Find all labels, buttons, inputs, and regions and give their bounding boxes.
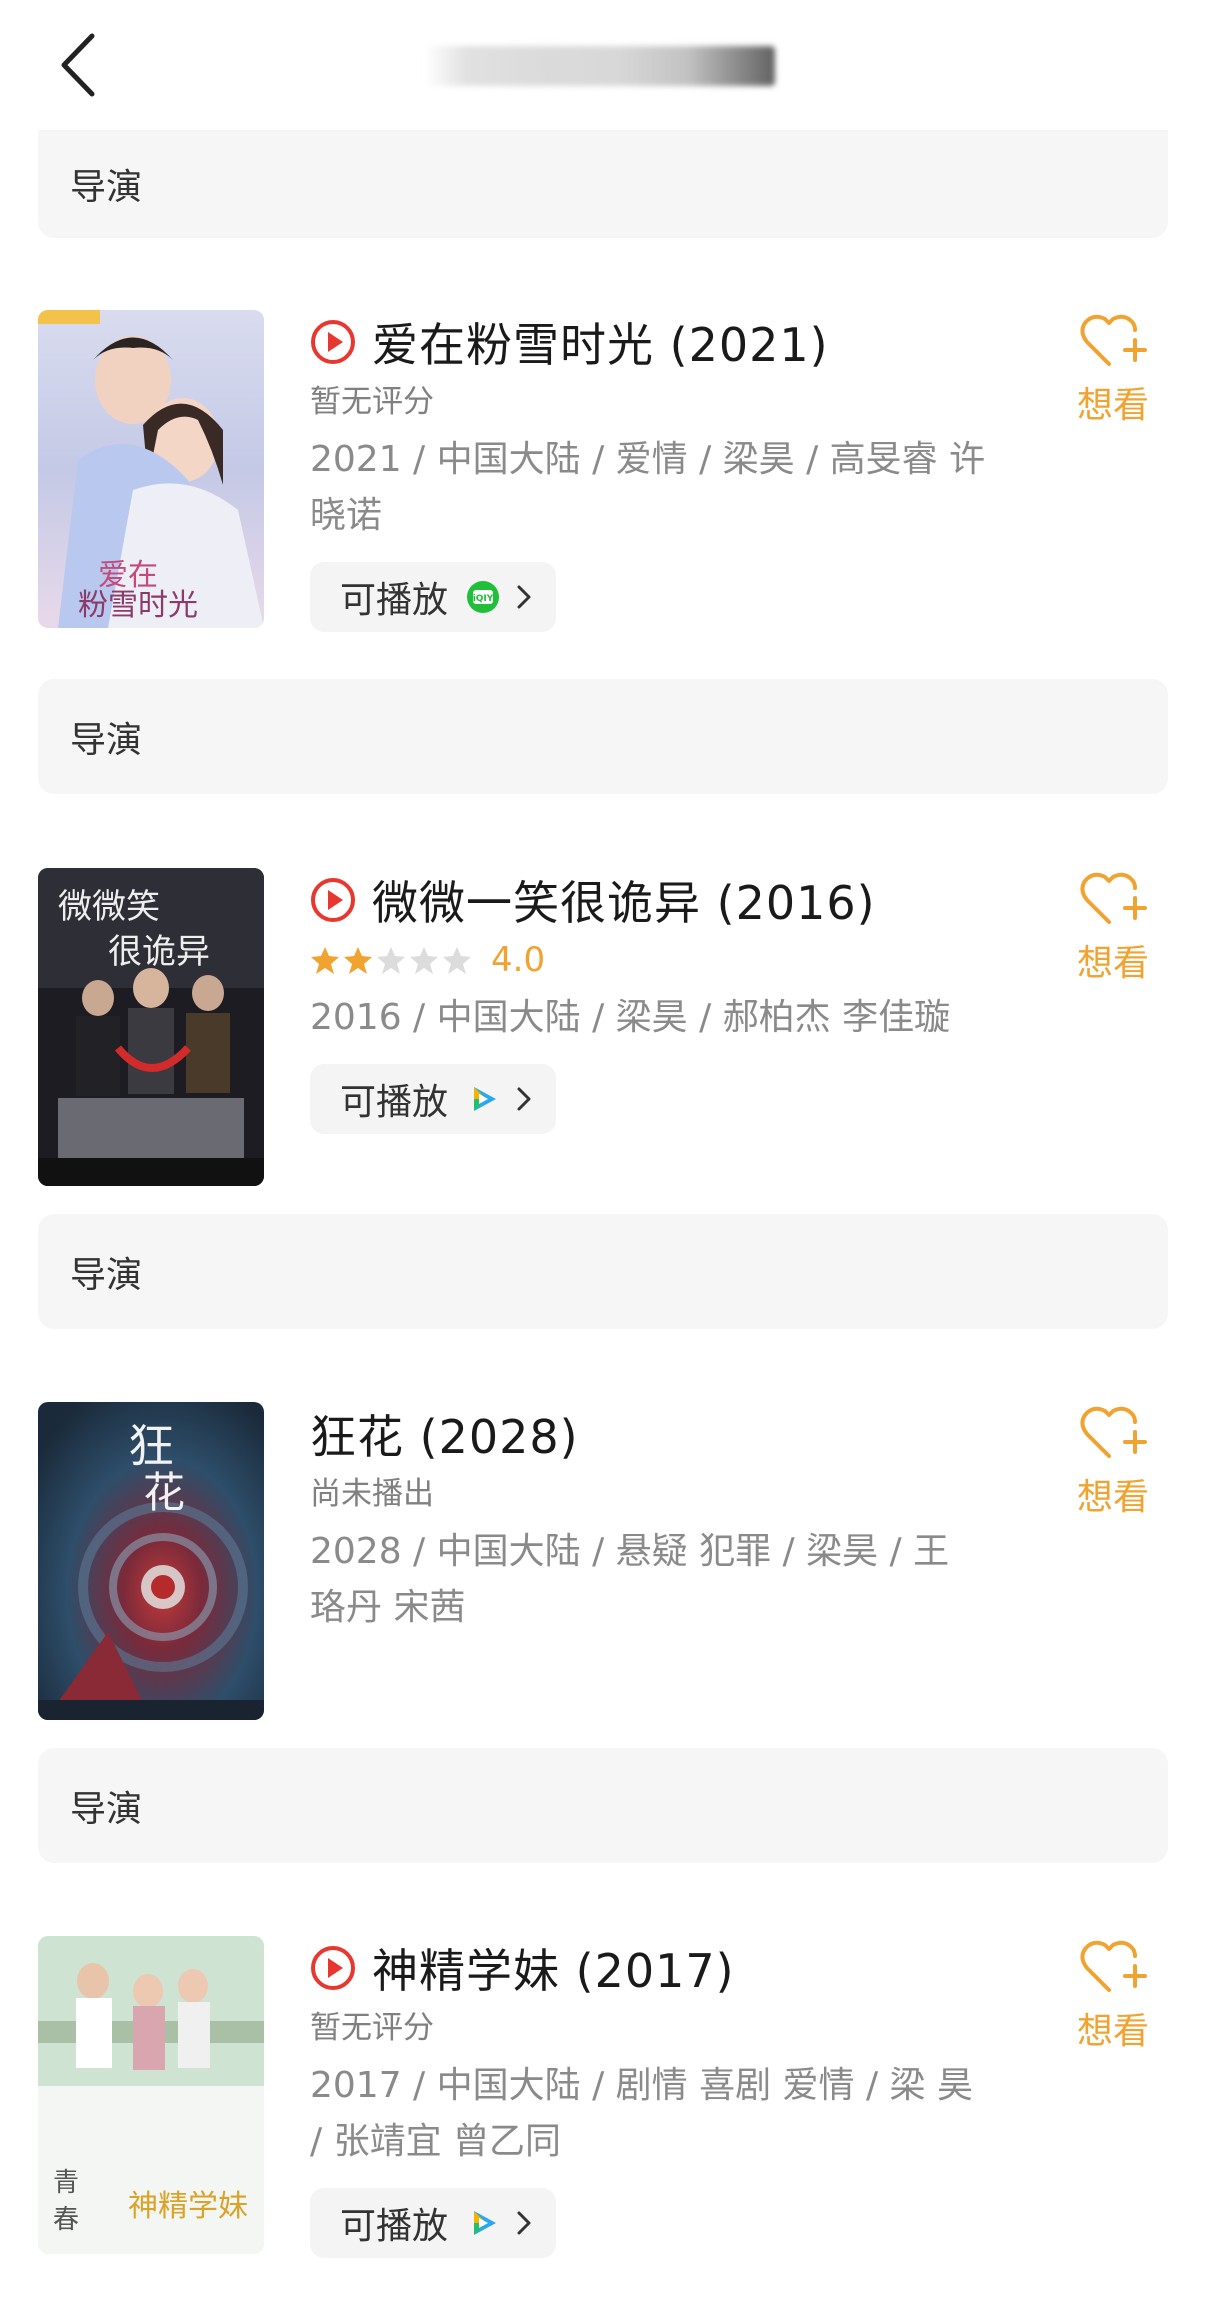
director-label: 导演 [70, 719, 143, 761]
svg-text:花: 花 [143, 1468, 185, 1517]
play-circle-icon [311, 1946, 355, 1990]
director-row[interactable]: 导演 [38, 1748, 1168, 1863]
movie-info: 狂花 (2028) 尚未播出 2028 / 中国大陆 / 悬疑 犯罪 / 梁昊 … [310, 1402, 1030, 1636]
movie-title[interactable]: 神精学妹 (2017) [372, 1935, 735, 2001]
movie-item[interactable]: 青 春 神精学妹 神精学妹 (2017) 暂无评分 2017 / 中国大陆 / … [38, 1936, 1168, 2258]
svg-text:粉雪时光: 粉雪时光 [78, 588, 198, 623]
want-to-watch-button[interactable]: 想看 [1058, 1402, 1168, 1520]
star-filled-icon [344, 947, 372, 974]
playable-button[interactable]: 可播放 [310, 2188, 557, 2258]
want-label: 想看 [1076, 385, 1149, 426]
tencent-video-icon [474, 2211, 497, 2235]
chevron-left-icon [61, 33, 95, 97]
want-label: 想看 [1076, 2011, 1149, 2052]
heart-plus-icon [1080, 1940, 1147, 1992]
chevron-right-icon [517, 2211, 531, 2235]
svg-text:神精学妹: 神精学妹 [128, 2189, 248, 2224]
star-empty-icon [410, 947, 438, 974]
movie-meta: 2028 / 中国大陆 / 悬疑 犯罪 / 梁昊 / 王 珞丹 宋茜 [310, 1531, 950, 1628]
want-to-watch-button[interactable]: 想看 [1058, 310, 1168, 428]
movie-title[interactable]: 微微一笑很诡异 (2016) [372, 867, 876, 933]
svg-text:很诡异: 很诡异 [108, 932, 210, 972]
movie-poster[interactable]: 狂 花 [38, 1402, 264, 1720]
svg-text:iQIY: iQIY [473, 594, 494, 604]
movie-title[interactable]: 狂花 (2028) [310, 1401, 579, 1467]
iqiyi-icon: iQIY [467, 581, 500, 613]
movie-title[interactable]: 爱在粉雪时光 (2021) [372, 309, 829, 375]
movie-meta: 2016 / 中国大陆 / 梁昊 / 郝柏杰 李佳璇 [310, 997, 951, 1038]
playable-button[interactable]: 可播放 [310, 1064, 557, 1134]
movie-poster[interactable]: 青 春 神精学妹 [38, 1936, 264, 2254]
rating-status: 尚未播出 [310, 1476, 434, 1512]
svg-text:青: 青 [53, 2168, 79, 2198]
want-to-watch-button[interactable]: 想看 [1058, 1936, 1168, 2054]
want-label: 想看 [1076, 1477, 1149, 1518]
movie-item[interactable]: 狂 花 狂花 (2028) 尚未播出 2028 / 中国大陆 / 悬疑 犯罪 /… [38, 1402, 1168, 1720]
movie-info: 神精学妹 (2017) 暂无评分 2017 / 中国大陆 / 剧情 喜剧 爱情 … [310, 1936, 1030, 2258]
star-empty-icon [443, 947, 471, 974]
rating-score: 4.0 [491, 940, 546, 980]
playable-label: 可播放 [340, 1082, 449, 1123]
blurred-page-title [425, 46, 775, 86]
playable-label: 可播放 [340, 2206, 449, 2247]
want-label: 想看 [1076, 943, 1149, 984]
movie-info: 爱在粉雪时光 (2021) 暂无评分 2021 / 中国大陆 / 爱情 / 梁昊… [310, 310, 1030, 632]
movie-poster[interactable]: 微微笑 很诡异 [38, 868, 264, 1186]
play-circle-icon [311, 878, 355, 922]
svg-text:微微笑: 微微笑 [58, 887, 160, 927]
director-row[interactable]: 导演 [38, 130, 1168, 238]
svg-text:狂: 狂 [128, 1419, 174, 1473]
top-nav-bar [0, 0, 1206, 130]
director-row[interactable]: 导演 [38, 679, 1168, 794]
tencent-video-icon [474, 1087, 497, 1111]
movie-item[interactable]: 爱在 粉雪时光 爱在粉雪时光 (2021) 暂无评分 2021 / 中国大陆 /… [38, 310, 1168, 632]
rating-row: 4.0 [310, 938, 1030, 982]
star-empty-icon [377, 947, 405, 974]
chevron-right-icon [517, 1087, 531, 1111]
rating-status: 暂无评分 [310, 384, 434, 420]
playable-label: 可播放 [340, 580, 449, 621]
play-circle-icon [311, 320, 355, 364]
chevron-right-icon [517, 585, 531, 609]
heart-plus-icon [1080, 872, 1147, 924]
playable-button[interactable]: 可播放 iQIY [310, 562, 557, 632]
heart-plus-icon [1080, 314, 1147, 366]
back-button[interactable] [50, 30, 110, 100]
want-to-watch-button[interactable]: 想看 [1058, 868, 1168, 986]
star-filled-icon [311, 947, 339, 974]
svg-text:春: 春 [53, 2205, 79, 2235]
heart-plus-icon [1080, 1406, 1147, 1458]
rating-status: 暂无评分 [310, 2010, 434, 2046]
director-label: 导演 [70, 1788, 143, 1830]
director-label: 导演 [70, 167, 143, 208]
movie-poster[interactable]: 爱在 粉雪时光 [38, 310, 264, 628]
movie-item[interactable]: 微微笑 很诡异 微微一笑很诡异 (2016) 4.0 2016 / 中国大陆 /… [38, 868, 1168, 1186]
movie-info: 微微一笑很诡异 (2016) 4.0 2016 / 中国大陆 / 梁昊 / 郝柏… [310, 868, 1030, 1134]
director-row[interactable]: 导演 [38, 1214, 1168, 1329]
director-label: 导演 [70, 1254, 143, 1296]
star-rating [310, 945, 475, 975]
movie-meta: 2021 / 中国大陆 / 爱情 / 梁昊 / 高旻睿 许晓诺 [310, 439, 986, 536]
movie-meta: 2017 / 中国大陆 / 剧情 喜剧 爱情 / 梁 昊 / 张靖宜 曾乙同 [310, 2065, 973, 2162]
